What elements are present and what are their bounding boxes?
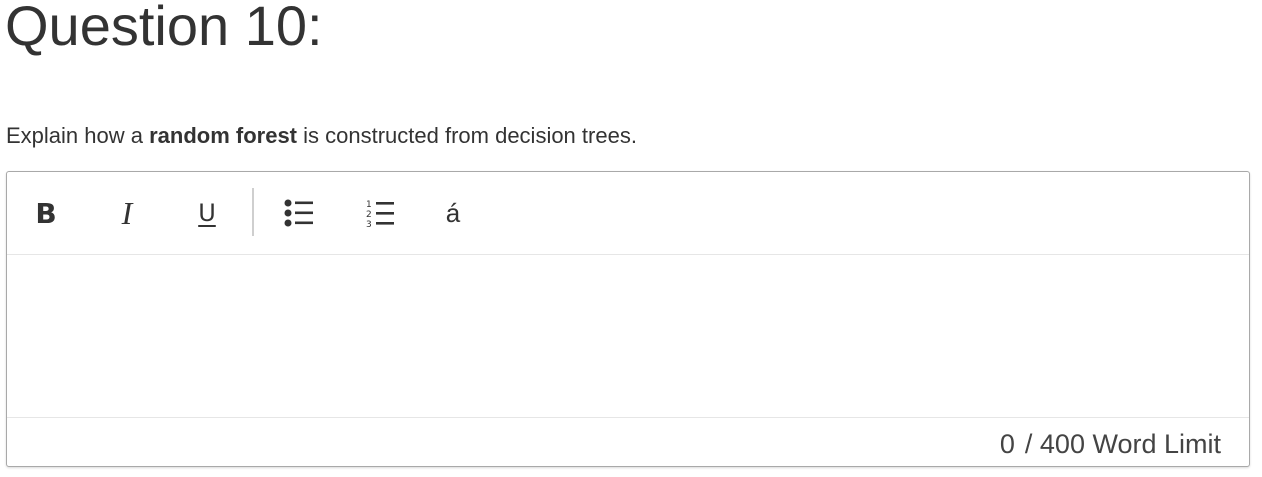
italic-button[interactable]: I <box>102 188 152 238</box>
editor-footer: 0 / 400 Word Limit <box>7 417 1249 467</box>
rich-text-editor: B I U 1 2 3 á 0 / 400 Word Limit <box>6 171 1250 467</box>
special-characters-button[interactable]: á <box>428 188 478 238</box>
prompt-text-after: is constructed from decision trees. <box>297 123 637 148</box>
bold-button[interactable]: B <box>21 188 71 238</box>
svg-text:2: 2 <box>366 210 372 220</box>
question-title: Question 10: <box>5 0 323 57</box>
editor-toolbar: B I U 1 2 3 á <box>7 172 1249 255</box>
answer-text-area[interactable] <box>7 254 1249 417</box>
numbered-list-button[interactable]: 1 2 3 <box>356 188 406 238</box>
underline-icon: U <box>198 199 216 227</box>
bulleted-list-button[interactable] <box>274 188 324 238</box>
word-count-value: 0 <box>999 429 1015 459</box>
numbered-list-icon: 1 2 3 <box>366 200 394 228</box>
word-count-indicator: 0 / 400 Word Limit <box>1000 428 1221 460</box>
svg-text:1: 1 <box>366 200 372 210</box>
toolbar-divider <box>252 188 254 236</box>
bulleted-list-icon <box>284 199 313 227</box>
question-prompt: Explain how a random forest is construct… <box>6 122 637 150</box>
svg-text:3: 3 <box>366 220 372 228</box>
accent-character-icon: á <box>445 197 461 228</box>
prompt-text-before: Explain how a <box>6 123 150 148</box>
underline-button[interactable]: U <box>182 188 232 238</box>
word-limit-label: / 400 Word Limit <box>1024 429 1221 459</box>
italic-icon: I <box>121 194 133 231</box>
bold-icon: B <box>35 196 57 230</box>
prompt-bold-term: random forest <box>149 123 298 148</box>
